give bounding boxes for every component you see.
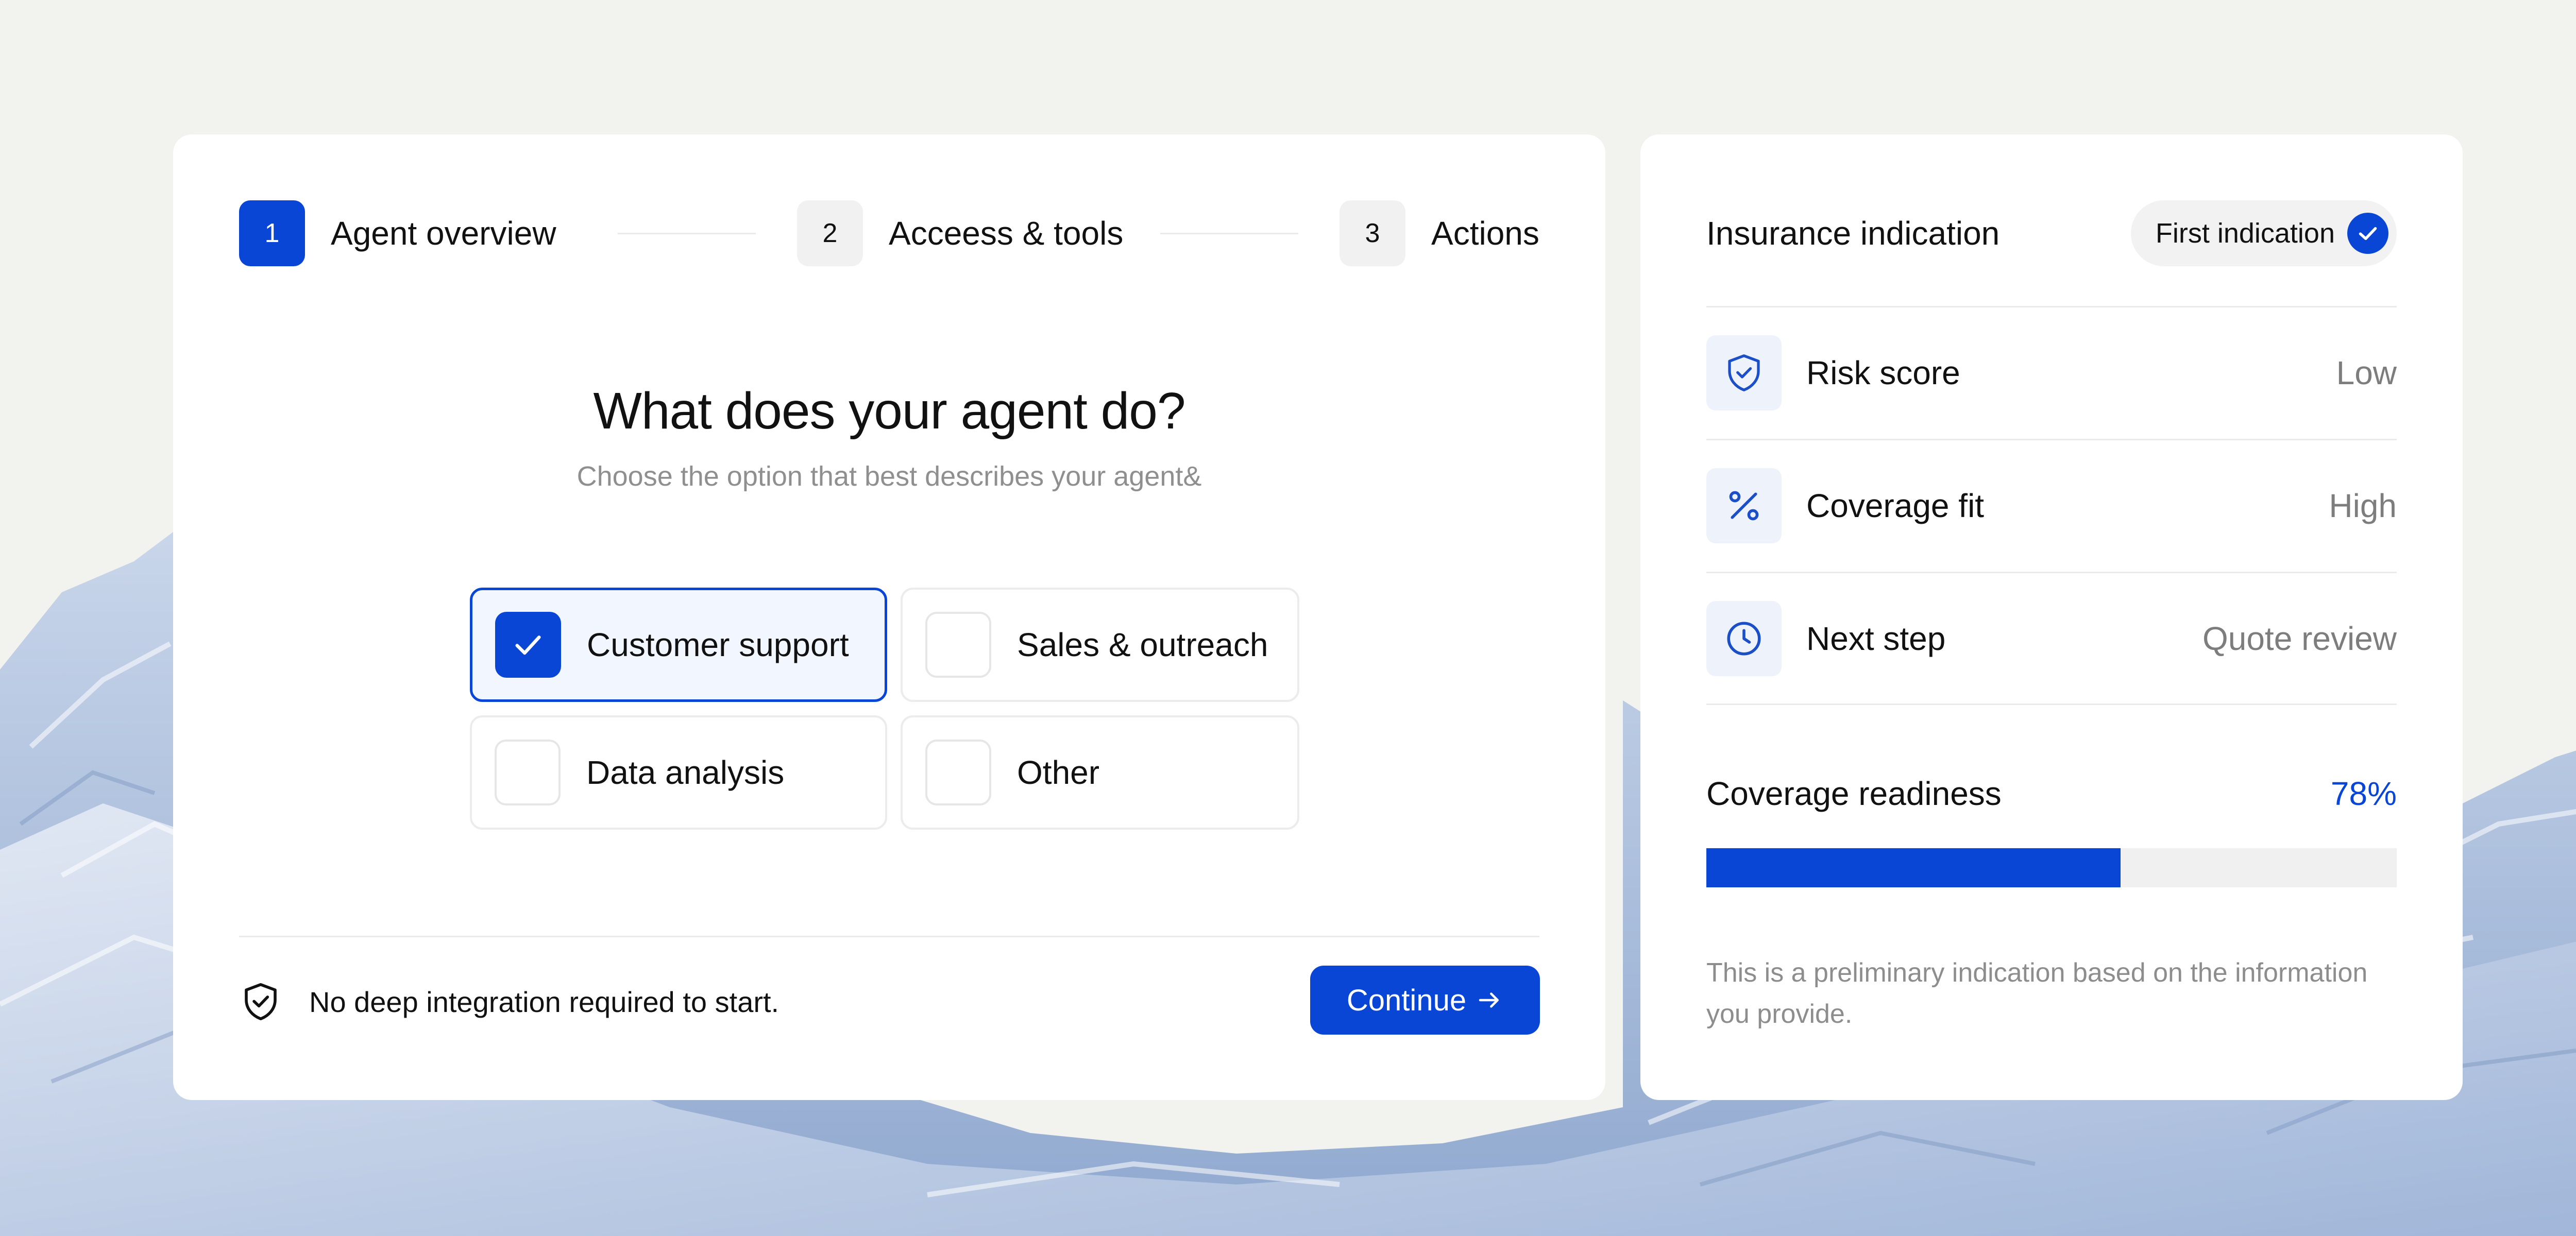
shield-check-icon	[1706, 335, 1782, 410]
option-label: Other	[1017, 754, 1100, 791]
readiness-label: Coverage readiness	[1706, 775, 2002, 812]
first-indication-badge: First indication	[2130, 200, 2397, 266]
agent-setup-card: 1 Agent overview 2 Acceess & tools 3 Act…	[173, 134, 1605, 1100]
percent-icon	[1706, 468, 1782, 543]
metric-divider	[1706, 703, 2397, 705]
step-actions[interactable]: 3 Actions	[1340, 200, 1539, 266]
step-connector	[1160, 233, 1298, 234]
check-circle-icon	[2347, 213, 2388, 254]
step-access-tools[interactable]: 2 Acceess & tools	[797, 200, 1123, 266]
coverage-readiness-row: Coverage readiness 78%	[1706, 763, 2397, 825]
insurance-divider	[1706, 306, 2397, 307]
readiness-progress-bar	[1706, 848, 2397, 887]
continue-button[interactable]: Continue	[1310, 966, 1540, 1035]
footer-note-text: No deep integration required to start.	[309, 985, 779, 1018]
continue-label: Continue	[1346, 983, 1467, 1017]
metric-value: High	[2329, 487, 2397, 524]
question-subtitle: Choose the option that best describes yo…	[577, 461, 1202, 492]
metric-label: Risk score	[1806, 354, 1960, 391]
disclaimer-text: This is a preliminary indication based o…	[1706, 958, 2368, 1029]
footer-note: No deep integration required to start.	[239, 968, 779, 1036]
arrow-right-icon	[1476, 986, 1503, 1014]
option-label: Sales & outreach	[1017, 626, 1268, 663]
metric-risk-score: Risk score Low	[1706, 335, 2397, 410]
metric-next-step: Next step Quote review	[1706, 601, 2397, 676]
metric-divider	[1706, 439, 2397, 440]
insurance-indication-card: Insurance indication First indication Ri…	[1640, 134, 2463, 1100]
step-label: Agent overview	[331, 215, 556, 252]
option-data-analysis[interactable]: Data analysis	[470, 715, 887, 830]
metric-divider	[1706, 572, 2397, 573]
check-icon	[515, 636, 541, 655]
step-number: 1	[239, 200, 305, 266]
checkbox[interactable]	[495, 740, 561, 805]
footer-divider	[239, 936, 1539, 937]
step-label: Actions	[1431, 215, 1539, 252]
readiness-progress-fill	[1706, 848, 2121, 887]
option-label: Customer support	[587, 626, 849, 663]
metric-coverage-fit: Coverage fit High	[1706, 468, 2397, 543]
question-title: What does your agent do?	[593, 382, 1186, 440]
checkbox[interactable]	[925, 612, 991, 678]
option-other[interactable]: Other	[901, 715, 1299, 830]
option-label: Data analysis	[586, 754, 785, 791]
option-sales-outreach[interactable]: Sales & outreach	[901, 588, 1299, 702]
metric-value: Low	[2336, 354, 2397, 391]
readiness-value: 78%	[2330, 775, 2397, 812]
step-label: Acceess & tools	[889, 215, 1124, 252]
step-number: 2	[797, 200, 863, 266]
shield-check-icon	[245, 983, 277, 1021]
insurance-title: Insurance indication	[1706, 215, 2000, 252]
step-connector	[618, 233, 756, 234]
clock-icon	[1706, 601, 1782, 676]
stepper: 1 Agent overview 2 Acceess & tools 3 Act…	[239, 200, 1539, 266]
checkbox[interactable]	[925, 740, 991, 805]
metric-label: Next step	[1806, 620, 1946, 657]
metric-label: Coverage fit	[1806, 487, 1985, 524]
option-customer-support[interactable]: Customer support	[470, 588, 887, 702]
metric-value: Quote review	[2202, 620, 2397, 657]
step-agent-overview[interactable]: 1 Agent overview	[239, 200, 556, 266]
badge-label: First indication	[2155, 218, 2335, 249]
checkbox-checked[interactable]	[495, 612, 561, 678]
step-number: 3	[1340, 200, 1405, 266]
